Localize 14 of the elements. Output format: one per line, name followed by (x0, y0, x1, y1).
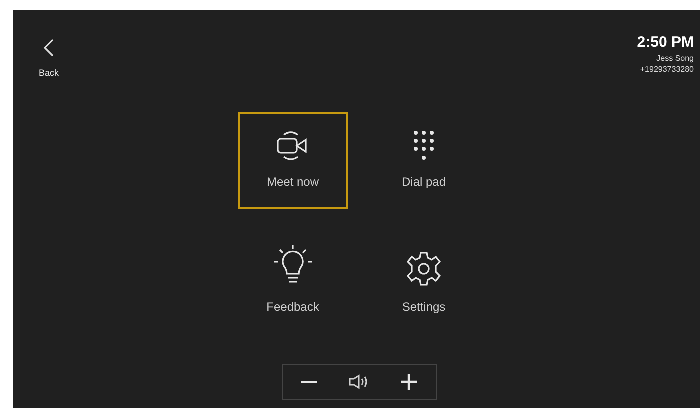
back-button[interactable]: Back (35, 34, 64, 82)
plus-icon (401, 374, 417, 390)
chevron-left-icon (42, 38, 56, 58)
meet-tile[interactable]: Meet now (238, 112, 348, 209)
dial-pad-icon (413, 129, 435, 163)
settings-icon (405, 250, 443, 288)
speaker-icon (348, 374, 370, 390)
phone-number: +19293733280 (640, 64, 694, 75)
user-name: Jess Song (656, 53, 694, 64)
minus-icon (301, 380, 317, 384)
feedback-tile[interactable]: Feedback (238, 237, 348, 334)
dialpad-tile[interactable]: Dial pad (369, 112, 479, 209)
settings-tile[interactable]: Settings (369, 237, 479, 334)
clock-time: 2:50 PM (637, 34, 694, 51)
